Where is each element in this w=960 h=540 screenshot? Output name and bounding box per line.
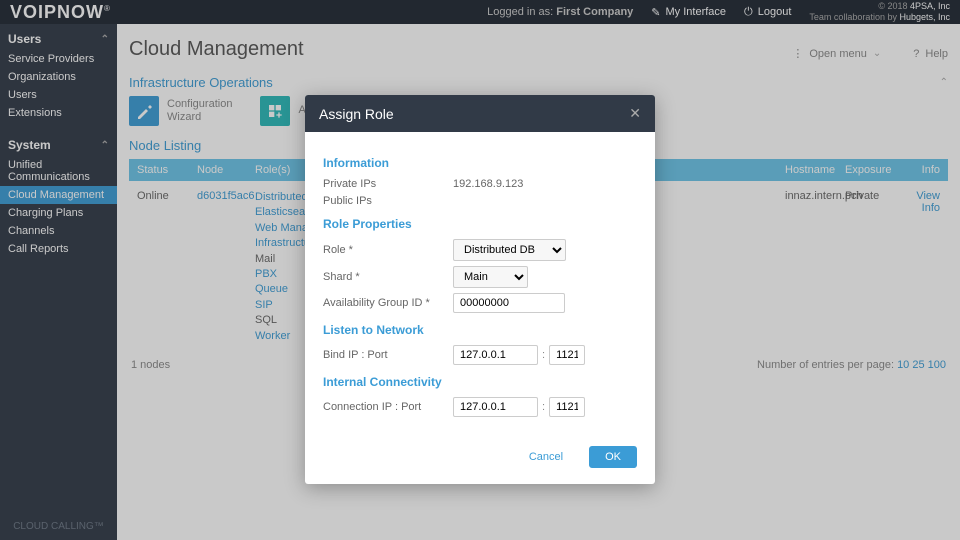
label-shard: Shard * (323, 271, 453, 283)
label-private-ips: Private IPs (323, 178, 453, 190)
label-role: Role * (323, 244, 453, 256)
label-bind-ip: Bind IP : Port (323, 349, 453, 361)
assign-role-modal: Assign Role ✕ Information Private IPs192… (305, 95, 655, 484)
conn-port-input[interactable] (549, 397, 585, 417)
cancel-button[interactable]: Cancel (513, 446, 579, 468)
label-avail-group: Availability Group ID * (323, 297, 453, 309)
modal-overlay: Assign Role ✕ Information Private IPs192… (0, 0, 960, 540)
close-icon[interactable]: ✕ (629, 105, 641, 122)
section-information: Information (323, 156, 637, 170)
avail-group-input[interactable] (453, 293, 565, 313)
modal-title: Assign Role (319, 106, 394, 122)
section-internal: Internal Connectivity (323, 375, 637, 389)
bind-ip-input[interactable] (453, 345, 538, 365)
conn-ip-input[interactable] (453, 397, 538, 417)
shard-select[interactable]: Main (453, 266, 528, 288)
label-conn-ip: Connection IP : Port (323, 401, 453, 413)
ok-button[interactable]: OK (589, 446, 637, 468)
value-private-ips: 192.168.9.123 (453, 178, 637, 190)
section-role-props: Role Properties (323, 217, 637, 231)
role-select[interactable]: Distributed DB (453, 239, 566, 261)
bind-port-input[interactable] (549, 345, 585, 365)
label-public-ips: Public IPs (323, 195, 453, 207)
section-listen: Listen to Network (323, 323, 637, 337)
